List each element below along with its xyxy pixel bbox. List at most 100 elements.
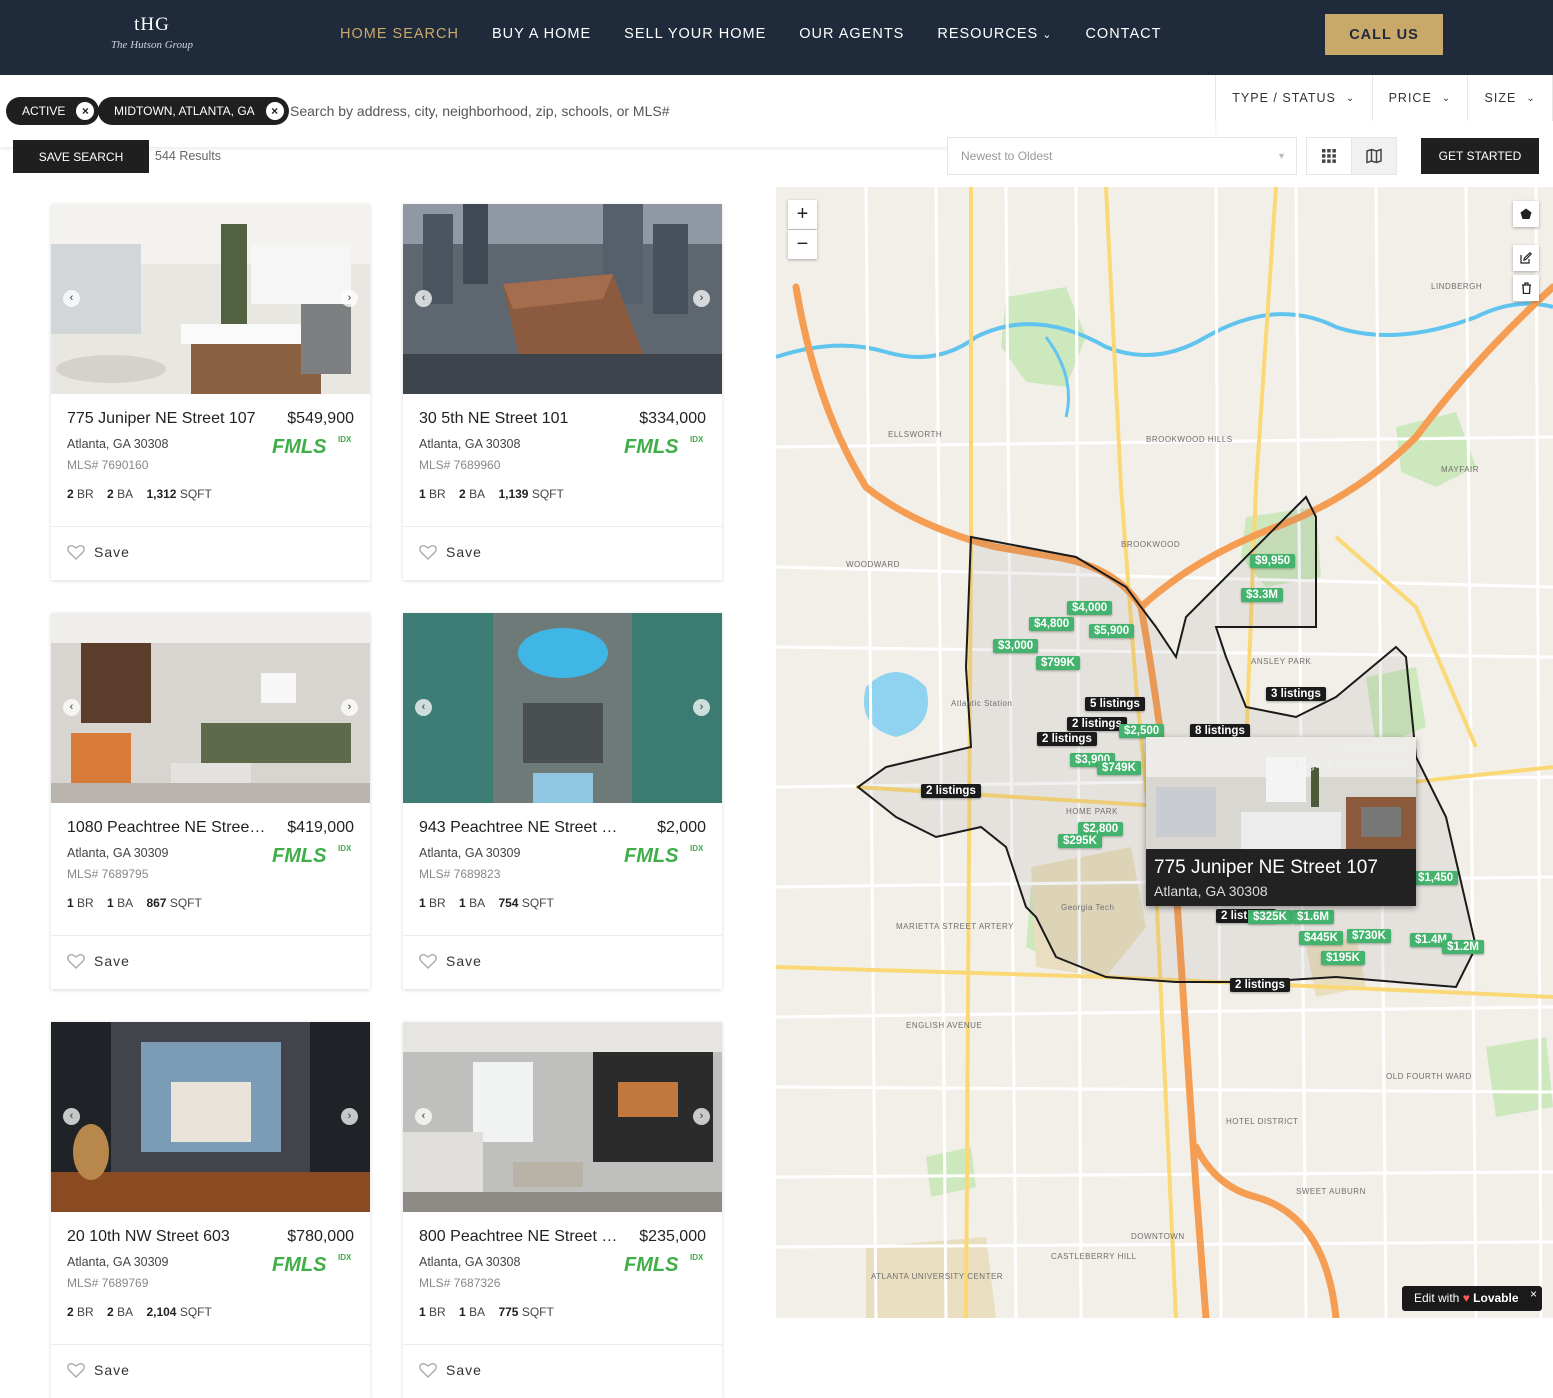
popup-agent: Engel & Völkers Atlanta (1295, 759, 1410, 771)
listing-photo[interactable]: ‹ › (403, 1022, 722, 1212)
nav-buy-a-home[interactable]: BUY A HOME (492, 26, 591, 42)
idx-logo-text: IDX (338, 844, 352, 853)
save-listing-button[interactable]: Save (67, 1362, 130, 1378)
filter-size[interactable]: SIZE ⌄ (1468, 75, 1553, 121)
edit-shape-button[interactable] (1513, 245, 1539, 271)
filter-chip-active[interactable]: ACTIVE × (6, 97, 100, 125)
listing-address[interactable]: 800 Peachtree NE Street 1... (419, 1228, 619, 1246)
map-cluster-marker[interactable]: 2 listings (921, 784, 981, 798)
map-price-marker[interactable]: $9,950 (1250, 554, 1296, 568)
map-cluster-marker[interactable]: 2 listings (1037, 732, 1097, 746)
map-price-marker[interactable]: $5,900 (1089, 624, 1135, 638)
close-icon[interactable]: × (1530, 1282, 1537, 1307)
listing-mls: MLS# 7689960 (419, 458, 501, 472)
map-view-button[interactable] (1351, 137, 1397, 175)
close-icon[interactable]: × (265, 102, 284, 120)
filter-chip-location[interactable]: MIDTOWN, ATLANTA, GA × (98, 97, 289, 125)
map-price-marker[interactable]: $195K (1321, 951, 1365, 965)
grid-view-button[interactable] (1306, 137, 1352, 175)
listing-card[interactable]: ‹ › 775 Juniper NE Street 107 $549,900 Atlan… (51, 204, 370, 580)
listing-city: Atlanta, GA 30308 (419, 1255, 521, 1269)
nav-home-search[interactable]: HOME SEARCH (340, 26, 459, 42)
listing-photo[interactable]: ‹ › (51, 1022, 370, 1212)
listing-address[interactable]: 20 10th NW Street 603 (67, 1228, 267, 1246)
edit-with-lovable-badge[interactable]: Edit with ♥ Lovable × (1402, 1286, 1542, 1311)
heart-icon (419, 954, 437, 969)
logo[interactable]: tHG The Hutson Group (100, 14, 204, 51)
listing-card[interactable]: ‹ › 20 10th NW Street 603 $780,000 Atlanta, … (51, 1022, 370, 1398)
search-input[interactable] (290, 99, 990, 123)
chevron-right-icon[interactable]: › (693, 699, 710, 716)
listing-popup[interactable]: MLS 7690160 Engel & Völkers Atlanta 775 … (1146, 737, 1416, 906)
map-price-marker[interactable]: $799K (1036, 656, 1080, 670)
listing-photo[interactable]: ‹ › (51, 204, 370, 394)
sort-select[interactable]: Newest to Oldest ▼ (947, 137, 1297, 175)
nav-resources[interactable]: RESOURCES ⌄ (937, 26, 1052, 42)
map-place-label: CASTLEBERRY HILL (1051, 1252, 1137, 1261)
nav-contact[interactable]: CONTACT (1085, 26, 1161, 42)
save-listing-button[interactable]: Save (419, 1362, 482, 1378)
map-cluster-marker[interactable]: 2 listings (1230, 978, 1290, 992)
map-cluster-marker[interactable]: 8 listings (1190, 724, 1250, 738)
chevron-right-icon[interactable]: › (341, 290, 358, 307)
call-us-button[interactable]: CALL US (1325, 14, 1443, 55)
baths-value: 2 (107, 1305, 114, 1319)
chevron-right-icon[interactable]: › (341, 699, 358, 716)
map-price-marker[interactable]: $295K (1058, 834, 1102, 848)
nav-sell-your-home[interactable]: SELL YOUR HOME (624, 26, 766, 42)
save-listing-button[interactable]: Save (67, 953, 130, 969)
save-listing-button[interactable]: Save (419, 544, 482, 560)
chevron-right-icon[interactable]: › (693, 1108, 710, 1125)
listing-photo[interactable]: ‹ › (403, 613, 722, 803)
map-cluster-marker[interactable]: 5 listings (1085, 697, 1145, 711)
map-price-marker[interactable]: $3,000 (993, 639, 1039, 653)
map-price-marker[interactable]: $4,800 (1029, 617, 1075, 631)
map-price-marker[interactable]: $3.3M (1241, 588, 1283, 602)
listing-card[interactable]: ‹ › 800 Peachtree NE Street 1... $235,000 At… (403, 1022, 722, 1398)
chevron-left-icon[interactable]: ‹ (63, 290, 80, 307)
listing-card[interactable]: ‹ › 1080 Peachtree NE Street ... $419,000 At… (51, 613, 370, 989)
map-price-marker[interactable]: $325K (1248, 910, 1292, 924)
listing-address[interactable]: 30 5th NE Street 101 (419, 410, 619, 428)
chevron-left-icon[interactable]: ‹ (63, 699, 80, 716)
listing-address[interactable]: 943 Peachtree NE Street 1... (419, 819, 619, 837)
map-price-marker[interactable]: $4,000 (1067, 601, 1113, 615)
map-price-marker[interactable]: $1.6M (1292, 910, 1334, 924)
map-price-marker[interactable]: $730K (1347, 929, 1391, 943)
listing-card[interactable]: ‹ › 30 5th NE Street 101 $334,000 Atlanta, G… (403, 204, 722, 580)
draw-polygon-button[interactable] (1513, 201, 1539, 227)
map[interactable]: ELLSWORTH BROOKWOOD HILLS BROOKWOOD WOODWAR… (776, 187, 1553, 1318)
delete-shape-button[interactable] (1513, 275, 1539, 301)
listing-photo[interactable]: ‹ › (403, 204, 722, 394)
nav-our-agents[interactable]: OUR AGENTS (799, 26, 904, 42)
map-price-marker[interactable]: $1,450 (1413, 871, 1459, 885)
chevron-left-icon[interactable]: ‹ (415, 290, 432, 307)
listing-photo[interactable]: ‹ › (51, 613, 370, 803)
listing-address[interactable]: 1080 Peachtree NE Street ... (67, 819, 267, 837)
map-price-marker[interactable]: $445K (1299, 931, 1343, 945)
map-price-marker[interactable]: $2,500 (1119, 724, 1165, 738)
chevron-left-icon[interactable]: ‹ (415, 1108, 432, 1125)
map-cluster-marker[interactable]: 2 listings (1067, 717, 1127, 731)
filter-type-status[interactable]: TYPE / STATUS ⌄ (1216, 75, 1373, 121)
zoom-in-button[interactable]: + (788, 200, 817, 229)
card-divider (403, 935, 722, 936)
chevron-left-icon[interactable]: ‹ (63, 1108, 80, 1125)
filter-price[interactable]: PRICE ⌄ (1373, 75, 1469, 121)
baths-value: 1 (459, 896, 466, 910)
fmls-logo-text: FMLS (272, 1254, 327, 1274)
map-cluster-marker[interactable]: 3 listings (1266, 687, 1326, 701)
save-listing-button[interactable]: Save (67, 544, 130, 560)
zoom-out-button[interactable]: − (788, 230, 817, 259)
listing-address[interactable]: 775 Juniper NE Street 107 (67, 410, 267, 428)
chevron-left-icon[interactable]: ‹ (415, 699, 432, 716)
close-icon[interactable]: × (76, 102, 95, 120)
get-started-button[interactable]: GET STARTED (1421, 138, 1539, 174)
save-listing-button[interactable]: Save (419, 953, 482, 969)
map-price-marker[interactable]: $1.2M (1442, 940, 1484, 954)
chevron-right-icon[interactable]: › (693, 290, 710, 307)
save-search-button[interactable]: SAVE SEARCH (13, 140, 149, 173)
listing-card[interactable]: ‹ › 943 Peachtree NE Street 1... $2,000 Atla… (403, 613, 722, 989)
map-price-marker[interactable]: $749K (1097, 761, 1141, 775)
chevron-right-icon[interactable]: › (341, 1108, 358, 1125)
